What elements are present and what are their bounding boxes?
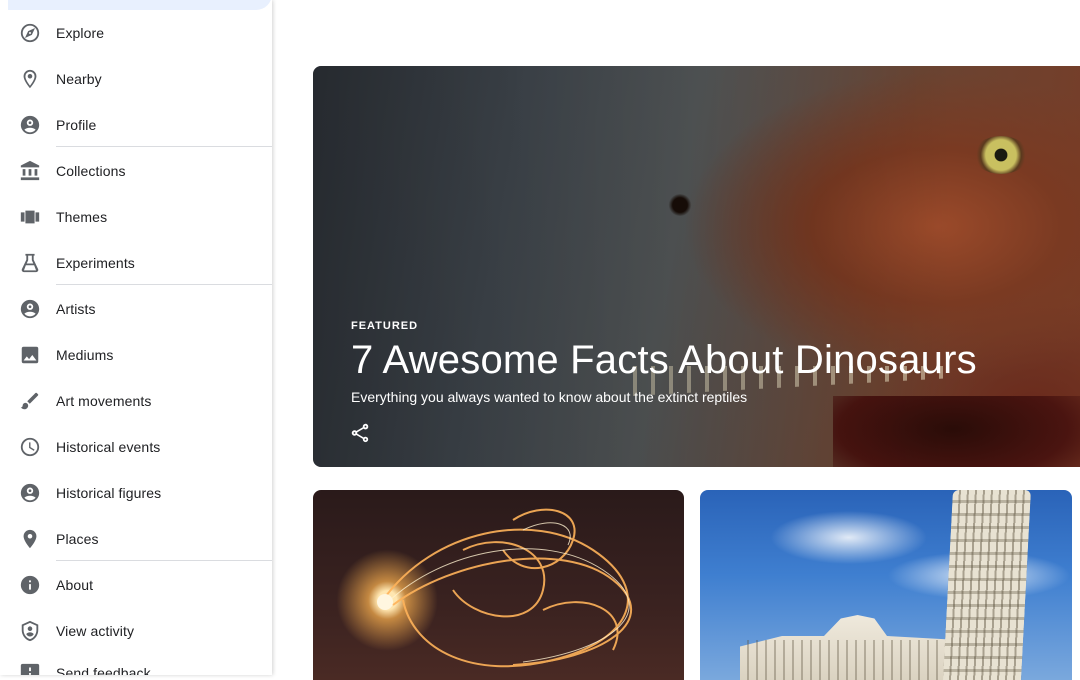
sidebar-item-label: Historical events bbox=[56, 439, 161, 455]
brush-icon bbox=[18, 389, 42, 413]
sidebar-item-mediums[interactable]: Mediums bbox=[0, 335, 272, 375]
sidebar-item-profile[interactable]: Profile bbox=[0, 105, 272, 145]
sidebar-item-themes[interactable]: Themes bbox=[0, 197, 272, 237]
featured-title: 7 Awesome Facts About Dinosaurs bbox=[351, 338, 977, 382]
share-icon bbox=[351, 423, 369, 443]
sidebar-item-label: Mediums bbox=[56, 347, 114, 363]
sidebar-item-artists[interactable]: Artists bbox=[0, 289, 272, 329]
sidebar-item-label: About bbox=[56, 577, 94, 593]
museum-icon bbox=[18, 159, 42, 183]
sidebar-item-label: Themes bbox=[56, 209, 108, 225]
active-item-highlight[interactable] bbox=[8, 0, 272, 10]
sidebar-item-label: Profile bbox=[56, 117, 97, 133]
navigation-drawer: Explore Nearby Profile Collections Theme… bbox=[0, 0, 272, 675]
shield-account-icon bbox=[18, 619, 42, 643]
sidebar-item-label: Places bbox=[56, 531, 99, 547]
sidebar-item-places[interactable]: Places bbox=[0, 519, 272, 559]
info-icon bbox=[18, 573, 42, 597]
sidebar-item-label: Artists bbox=[56, 301, 96, 317]
featured-eyebrow: FEATURED bbox=[351, 320, 419, 332]
account-circle-icon bbox=[18, 113, 42, 137]
image-icon bbox=[18, 343, 42, 367]
flask-icon bbox=[18, 251, 42, 275]
sidebar-item-historical-figures[interactable]: Historical figures bbox=[0, 473, 272, 513]
featured-story-card[interactable]: FEATURED 7 Awesome Facts About Dinosaurs… bbox=[313, 66, 1080, 467]
compass-icon bbox=[18, 21, 42, 45]
clock-icon bbox=[18, 435, 42, 459]
sidebar-item-label: Explore bbox=[56, 25, 105, 41]
main-content: FEATURED 7 Awesome Facts About Dinosaurs… bbox=[272, 0, 1080, 680]
place-icon bbox=[18, 527, 42, 551]
account-circle-icon bbox=[18, 481, 42, 505]
sidebar-item-explore[interactable]: Explore bbox=[0, 13, 272, 53]
sidebar-item-label: Experiments bbox=[56, 255, 135, 271]
section-divider bbox=[56, 284, 272, 285]
story-card-light-painting[interactable] bbox=[313, 490, 684, 680]
sidebar-item-nearby[interactable]: Nearby bbox=[0, 59, 272, 99]
story-card-pisa[interactable] bbox=[700, 490, 1072, 680]
sidebar-item-label: Nearby bbox=[56, 71, 102, 87]
cathedral-image-detail bbox=[740, 640, 950, 680]
section-divider bbox=[56, 560, 272, 561]
sidebar-item-historical-events[interactable]: Historical events bbox=[0, 427, 272, 467]
sidebar-item-view-activity[interactable]: View activity bbox=[0, 611, 272, 651]
leaning-tower-image bbox=[943, 490, 1031, 680]
sidebar-item-label: Send feedback bbox=[56, 665, 151, 675]
sidebar-item-about[interactable]: About bbox=[0, 565, 272, 605]
sidebar-item-experiments[interactable]: Experiments bbox=[0, 243, 272, 283]
sidebar-item-send-feedback[interactable]: Send feedback bbox=[0, 653, 272, 675]
sidebar-item-label: Art movements bbox=[56, 393, 152, 409]
sidebar-item-label: Collections bbox=[56, 163, 126, 179]
featured-subtitle: Everything you always wanted to know abo… bbox=[351, 389, 748, 405]
sidebar-item-collections[interactable]: Collections bbox=[0, 151, 272, 191]
feedback-icon bbox=[18, 661, 42, 675]
tower-image-detail bbox=[943, 490, 1031, 680]
location-pin-icon bbox=[18, 67, 42, 91]
sidebar-item-art-movements[interactable]: Art movements bbox=[0, 381, 272, 421]
hero-image-overlay bbox=[313, 66, 1080, 467]
share-button[interactable] bbox=[349, 422, 373, 446]
light-trails-image bbox=[377, 508, 633, 668]
view-carousel-icon bbox=[18, 205, 42, 229]
sidebar-item-label: View activity bbox=[56, 623, 135, 639]
section-divider bbox=[56, 146, 272, 147]
account-circle-icon bbox=[18, 297, 42, 321]
sidebar-item-label: Historical figures bbox=[56, 485, 162, 501]
